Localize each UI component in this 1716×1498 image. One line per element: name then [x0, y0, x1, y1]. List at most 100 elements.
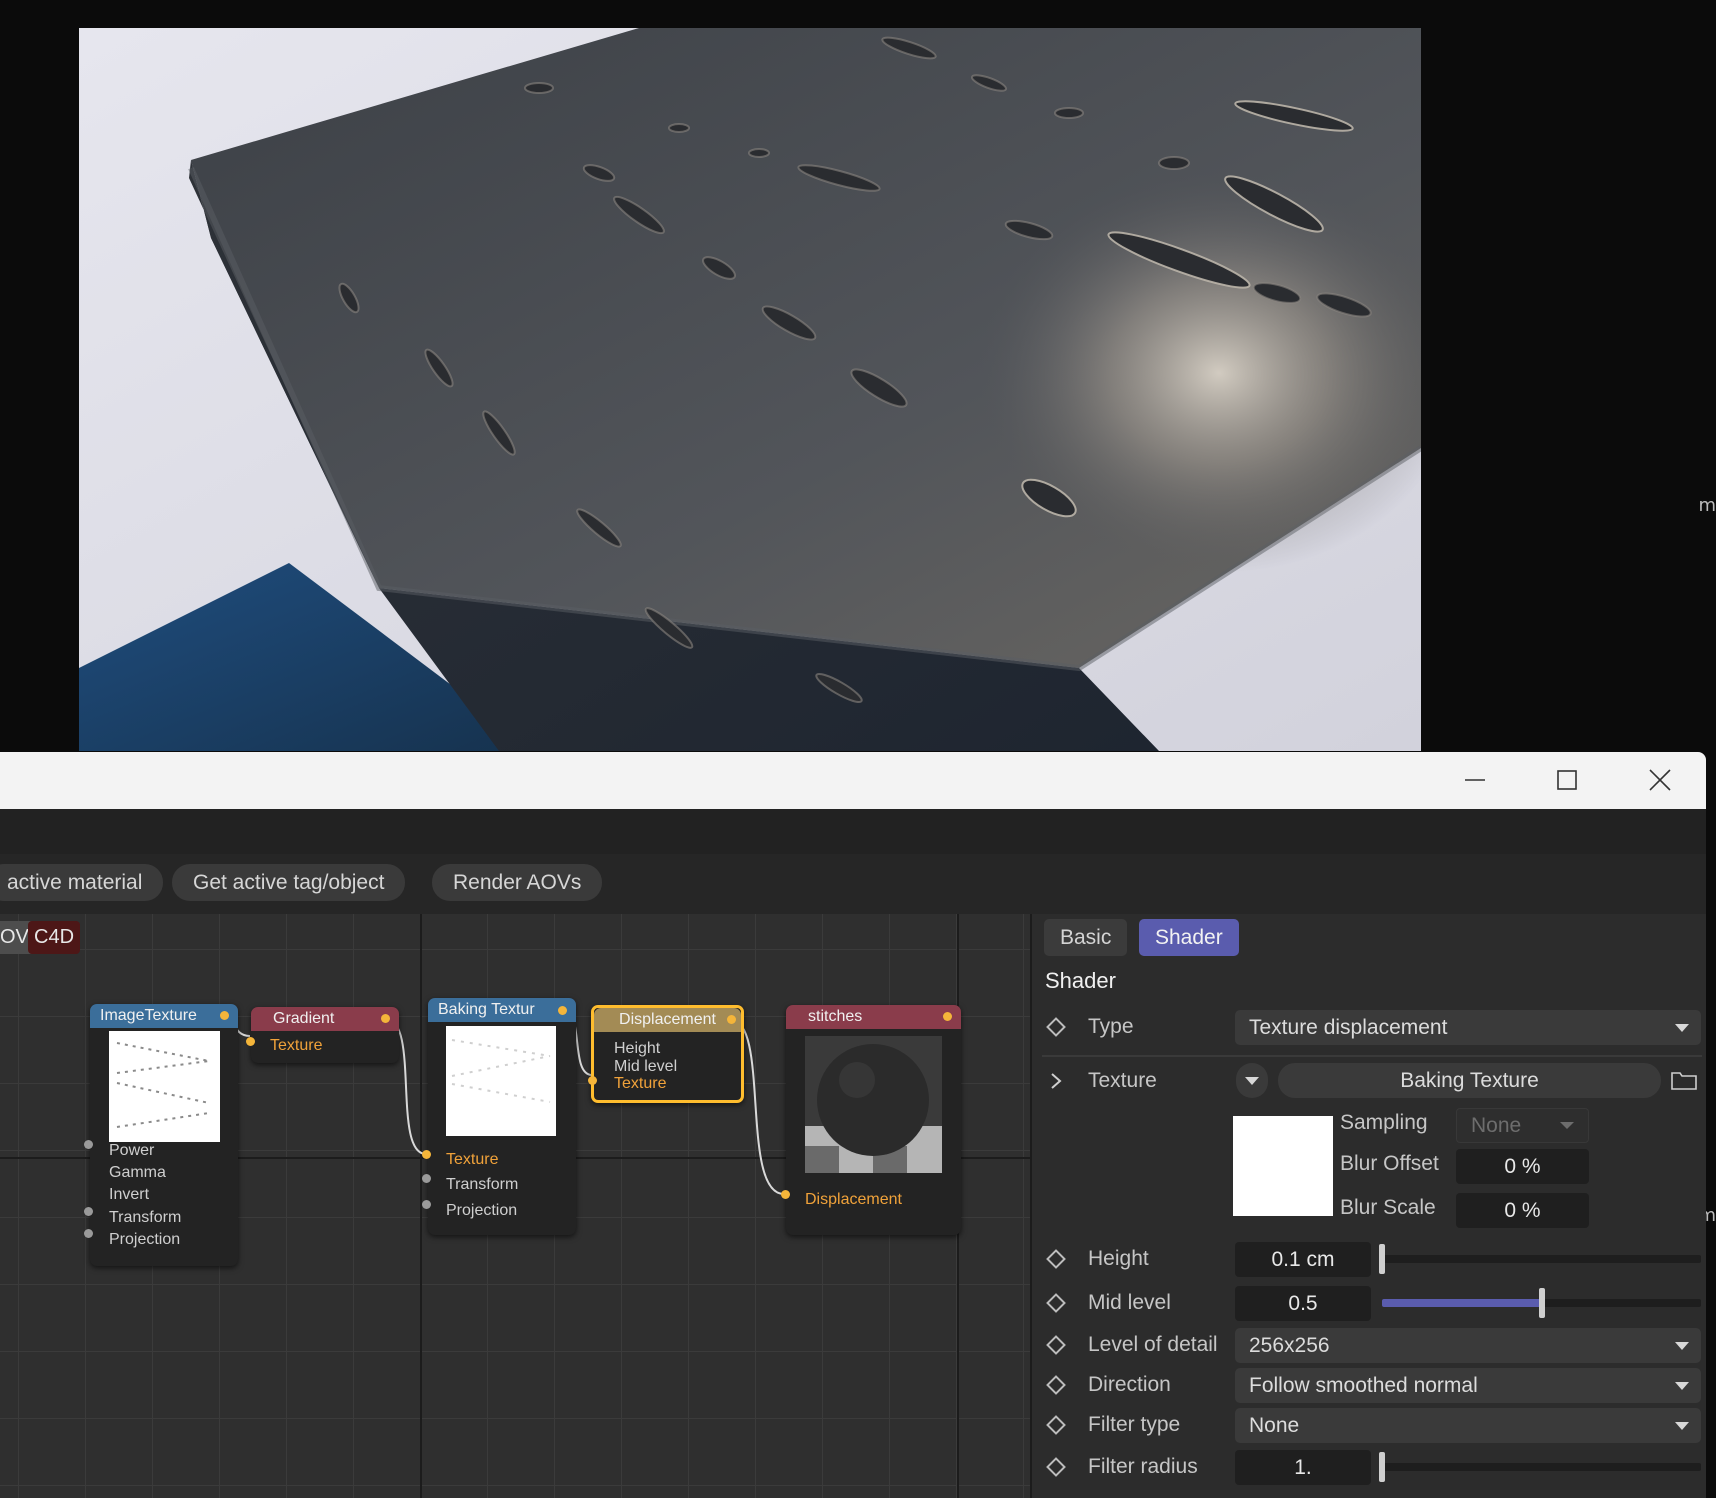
chevron-down-icon: [1245, 1077, 1259, 1085]
direction-value: Follow smoothed normal: [1249, 1374, 1478, 1397]
input-label: Transform: [109, 1209, 182, 1226]
keyframe-diamond-icon[interactable]: [1046, 1335, 1066, 1355]
filter-radius-field[interactable]: 1.: [1235, 1450, 1371, 1485]
input-port[interactable]: [84, 1207, 93, 1216]
edge-glyph: m: [1698, 495, 1716, 516]
folder-icon[interactable]: [1671, 1070, 1697, 1090]
height-slider[interactable]: [1379, 1244, 1701, 1274]
output-port[interactable]: [381, 1014, 390, 1023]
input-label: Projection: [109, 1231, 181, 1248]
sampling-dropdown[interactable]: None: [1456, 1108, 1589, 1143]
render-image: [79, 28, 1421, 751]
type-row: Type Texture displacement: [1032, 1008, 1706, 1046]
node-title: Displacement: [594, 1008, 741, 1032]
level-of-detail-row: Level of detail 256x256: [1032, 1326, 1706, 1364]
tab-basic[interactable]: Basic: [1044, 919, 1128, 956]
level-of-detail-value: 256x256: [1249, 1334, 1330, 1357]
active-material-button[interactable]: active material: [0, 864, 164, 901]
node-gradient[interactable]: Gradient Texture: [246, 1007, 399, 1063]
render-viewport[interactable]: [79, 28, 1421, 751]
keyframe-diamond-icon[interactable]: [1046, 1375, 1066, 1395]
slider-fill: [1382, 1299, 1542, 1307]
input-label: Power: [109, 1142, 155, 1159]
level-of-detail-label: Level of detail: [1088, 1333, 1218, 1356]
type-label: Type: [1088, 1015, 1134, 1038]
output-port[interactable]: [220, 1011, 229, 1020]
input-port[interactable]: [246, 1037, 255, 1046]
input-port[interactable]: [84, 1229, 93, 1238]
keyframe-diamond-icon[interactable]: [1046, 1415, 1066, 1435]
output-port[interactable]: [558, 1006, 567, 1015]
type-value: Texture displacement: [1249, 1016, 1448, 1039]
chevron-down-icon: [1675, 1382, 1689, 1390]
attribute-panel: Basic Shader Shader Type Texture displac…: [1030, 914, 1706, 1498]
minimize-button[interactable]: [1455, 760, 1495, 800]
height-row: Height 0.1 cm: [1032, 1240, 1706, 1278]
output-port[interactable]: [943, 1012, 952, 1021]
input-port[interactable]: [84, 1140, 93, 1149]
section-title: Shader: [1045, 968, 1116, 993]
level-of-detail-dropdown[interactable]: 256x256: [1235, 1328, 1701, 1363]
blur-scale-field[interactable]: 0 %: [1456, 1193, 1589, 1228]
maximize-button[interactable]: [1547, 760, 1587, 800]
keyframe-diamond-icon[interactable]: [1046, 1249, 1066, 1269]
keyframe-diamond-icon[interactable]: [1046, 1457, 1066, 1477]
maximize-icon: [1557, 770, 1577, 790]
node-displacement[interactable]: Displacement Height Mid level Texture: [588, 1005, 744, 1103]
texture-link-button[interactable]: Baking Texture: [1278, 1063, 1661, 1098]
input-port[interactable]: [781, 1190, 790, 1199]
mid-level-slider[interactable]: [1382, 1288, 1701, 1318]
input-port[interactable]: [422, 1174, 431, 1183]
filter-type-label: Filter type: [1088, 1413, 1181, 1436]
height-label: Height: [1088, 1247, 1149, 1270]
divider: [1042, 1055, 1702, 1057]
input-label: Displacement: [805, 1191, 902, 1208]
get-active-tag-object-button[interactable]: Get active tag/object: [172, 864, 406, 901]
type-dropdown[interactable]: Texture displacement: [1235, 1010, 1701, 1045]
keyframe-diamond-icon[interactable]: [1046, 1017, 1066, 1037]
node-stitches[interactable]: stitches Displacement: [781, 1005, 961, 1235]
output-port[interactable]: [727, 1015, 736, 1024]
input-label: Invert: [109, 1186, 150, 1203]
input-label: Height: [614, 1040, 661, 1057]
tab-shader[interactable]: Shader: [1139, 919, 1239, 956]
texture-row: Texture Baking Texture: [1032, 1062, 1706, 1100]
texture-swatch: [1233, 1116, 1333, 1216]
close-icon: [1649, 769, 1671, 791]
node-image-texture[interactable]: ImageTexture Power Gamma Invert Transfor…: [84, 1004, 238, 1266]
filter-radius-slider[interactable]: [1379, 1452, 1701, 1482]
node-baking-texture[interactable]: Baking Textur Texture Transform Projecti…: [422, 998, 576, 1235]
blur-offset-label: Blur Offset: [1340, 1152, 1439, 1175]
filter-type-value: None: [1249, 1414, 1300, 1437]
render-aovs-button[interactable]: Render AOVs: [432, 864, 603, 901]
input-port[interactable]: [422, 1200, 431, 1209]
keyframe-diamond-icon[interactable]: [1046, 1293, 1066, 1313]
texture-preview: [109, 1031, 220, 1142]
node-title: Gradient: [251, 1007, 399, 1031]
close-button[interactable]: [1640, 760, 1680, 800]
window-titlebar[interactable]: [0, 752, 1706, 809]
filter-type-dropdown[interactable]: None: [1235, 1408, 1701, 1443]
direction-label: Direction: [1088, 1373, 1171, 1396]
input-port[interactable]: [588, 1076, 597, 1085]
node-graph-canvas[interactable]: OV C4D ImageTexture Power Gamma Invert T…: [0, 914, 1030, 1498]
input-port[interactable]: [422, 1150, 431, 1159]
mid-level-field[interactable]: 0.5: [1235, 1286, 1371, 1321]
slider-handle[interactable]: [1538, 1288, 1545, 1318]
material-preview: [805, 1036, 942, 1173]
slider-handle[interactable]: [1379, 1244, 1385, 1274]
texture-preview: [446, 1026, 556, 1136]
mid-level-label: Mid level: [1088, 1291, 1171, 1314]
slider-handle[interactable]: [1379, 1452, 1385, 1482]
c4d-tag[interactable]: C4D: [28, 921, 81, 954]
texture-menu-button[interactable]: [1236, 1063, 1268, 1098]
filter-type-row: Filter type None: [1032, 1406, 1706, 1444]
height-field[interactable]: 0.1 cm: [1235, 1242, 1371, 1277]
direction-dropdown[interactable]: Follow smoothed normal: [1235, 1368, 1701, 1403]
sampling-label: Sampling: [1340, 1111, 1428, 1134]
input-label: Gamma: [109, 1164, 166, 1181]
node-title: stitches: [786, 1005, 961, 1029]
chevron-right-icon[interactable]: [1050, 1073, 1062, 1089]
menu-band: [0, 809, 1706, 854]
blur-offset-field[interactable]: 0 %: [1456, 1149, 1589, 1184]
